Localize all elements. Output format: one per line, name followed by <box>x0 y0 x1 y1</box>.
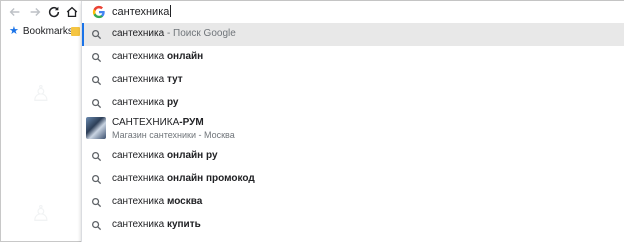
omnibox-input[interactable]: сантехника <box>112 5 172 18</box>
suggestion-item[interactable]: сантехника тут <box>82 69 624 92</box>
star-icon: ★ <box>9 25 19 37</box>
suggestion-text: сантехника москва <box>112 196 203 207</box>
suggestion-text: сантехника купить <box>112 219 201 230</box>
search-icon <box>92 76 102 86</box>
suggestion-item[interactable]: сантехника - Поиск Google <box>82 23 624 46</box>
folder-icon[interactable] <box>71 27 80 36</box>
suggestion-item[interactable]: сантехника купить <box>82 214 624 237</box>
search-icon <box>92 152 102 162</box>
arrow-left-icon <box>9 8 20 16</box>
omnibox-query: сантехника <box>112 6 170 18</box>
suggestion-item[interactable]: сантехника онлайн промокод <box>82 168 624 191</box>
suggestion-item[interactable]: сантехника москва <box>82 191 624 214</box>
watermark-icon: ♙ <box>31 201 51 226</box>
back-button[interactable] <box>7 4 23 20</box>
suggestion-text: сантехника онлайн промокод <box>112 173 255 184</box>
reload-button[interactable] <box>46 4 62 20</box>
suggestion-list: сантехника - Поиск Google сантехника онл… <box>82 23 624 237</box>
home-icon <box>66 6 78 18</box>
bookmarks-button[interactable]: ★ Bookmarks <box>9 25 73 38</box>
entity-title: САНТЕХНИКА-РУМ <box>112 117 204 128</box>
search-icon <box>92 99 102 109</box>
browser-window: ★ Bookmarks ♙ ♙ сантехника сантехника - … <box>0 0 624 242</box>
suggestion-item[interactable]: сантехника онлайн <box>82 46 624 69</box>
bookmarks-label: Bookmarks <box>22 26 73 37</box>
suggestion-text: сантехника онлайн <box>112 51 204 62</box>
suggestion-item[interactable]: сантехника ру <box>82 92 624 115</box>
entity-suggestion[interactable]: САНТЕХНИКА-РУМ Магазин сантехники - Моск… <box>82 115 624 145</box>
home-button[interactable] <box>64 4 80 20</box>
search-icon <box>92 30 102 40</box>
suggestion-text: сантехника онлайн ру <box>112 150 218 161</box>
entity-thumbnail <box>86 117 106 139</box>
reload-icon <box>48 6 60 18</box>
text-caret <box>170 5 172 17</box>
omnibox-dropdown: сантехника сантехника - Поиск Google сан… <box>81 1 624 242</box>
forward-button[interactable] <box>27 4 43 20</box>
suggestion-text: сантехника ру <box>112 97 179 108</box>
google-g-icon <box>92 5 105 19</box>
search-icon <box>92 221 102 231</box>
search-icon <box>92 175 102 185</box>
entity-subtitle: Магазин сантехники - Москва <box>112 130 235 140</box>
watermark-icon: ♙ <box>31 81 51 106</box>
suggestion-text: сантехника тут <box>112 74 183 85</box>
suggestion-item[interactable]: сантехника онлайн ру <box>82 145 624 168</box>
search-icon <box>92 53 102 63</box>
arrow-right-icon <box>30 8 41 16</box>
omnibox[interactable]: сантехника <box>82 1 624 23</box>
search-icon <box>92 198 102 208</box>
bookmarks-bar: ★ Bookmarks <box>1 23 81 41</box>
suggestion-text: сантехника - Поиск Google <box>112 28 236 39</box>
